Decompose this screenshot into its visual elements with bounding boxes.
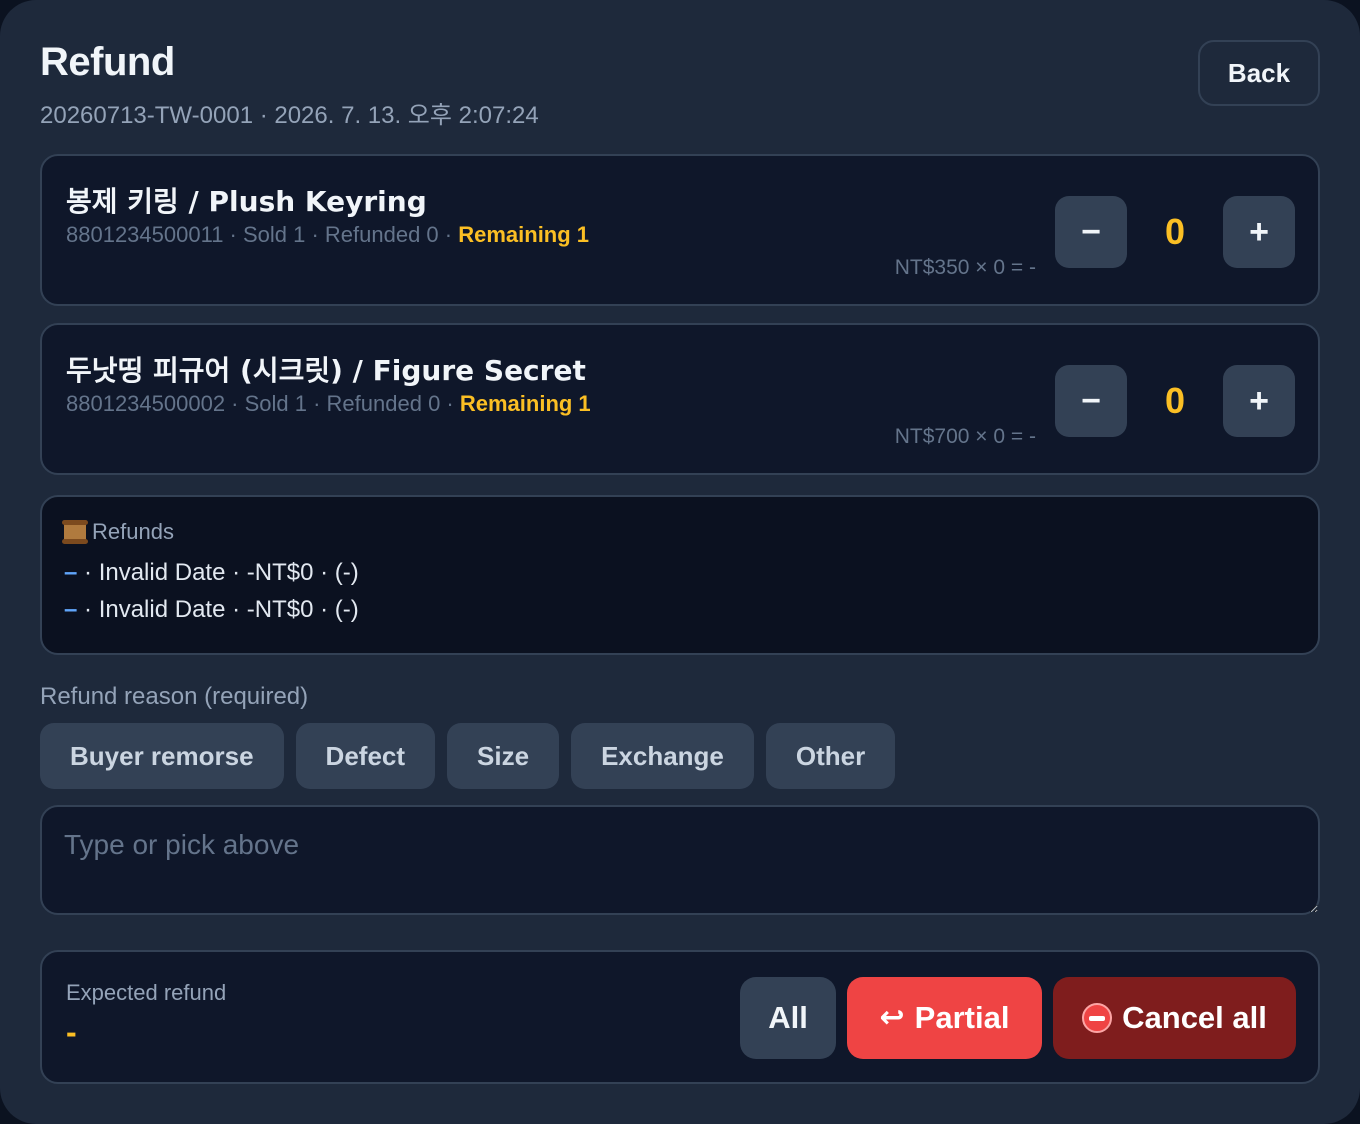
increase-qty-button[interactable]: + (1223, 196, 1295, 268)
refund-reason-input[interactable] (40, 805, 1320, 915)
history-row-text: · Invalid Date · -NT$0 · (-) (77, 596, 359, 623)
increase-qty-button[interactable]: + (1223, 365, 1295, 437)
no-entry-icon (1082, 1003, 1113, 1033)
expected-refund-value: - (66, 1014, 77, 1050)
refund-history-title: Refunds (92, 519, 174, 544)
refund-history-row: – · Invalid Date · -NT$0 · (-) (64, 559, 359, 587)
page-title: Refund (40, 40, 175, 84)
remaining-badge: Remaining 1 (458, 222, 590, 247)
scroll-icon (62, 520, 88, 544)
expected-refund-label: Expected refund (66, 980, 227, 1005)
partial-refund-label: Partial (914, 1000, 1010, 1035)
reason-chip-defect[interactable]: Defect (295, 723, 436, 789)
history-row-text: · Invalid Date · -NT$0 · (-) (77, 559, 359, 586)
refund-footer: Expected refund - All ↩ Partial Cancel a… (40, 950, 1320, 1084)
remaining-badge: Remaining 1 (459, 391, 591, 416)
reason-chip-size[interactable]: Size (447, 723, 560, 789)
reason-chip-exchange[interactable]: Exchange (571, 723, 754, 789)
history-dash: – (64, 559, 78, 586)
decrease-qty-button[interactable]: − (1055, 365, 1127, 437)
item-meta-text: 8801234500002 · Sold 1 · Refunded 0 · (66, 391, 460, 416)
reason-chip-other[interactable]: Other (765, 723, 896, 789)
partial-refund-button[interactable]: ↩ Partial (847, 977, 1042, 1059)
refund-history-header: Refunds (62, 519, 174, 545)
refund-modal: Refund 20260713-TW-0001 · 2026. 7. 13. 오… (0, 0, 1360, 1124)
item-meta-text: 8801234500011 · Sold 1 · Refunded 0 · (66, 222, 459, 247)
refund-qty: 0 (1164, 380, 1186, 421)
refund-reason-label: Refund reason (required) (40, 683, 309, 710)
refund-item-card: 두낫띵 피규어 (시크릿) / Figure Secret 8801234500… (40, 323, 1320, 475)
item-meta: 8801234500002 · Sold 1 · Refunded 0 · Re… (66, 391, 591, 417)
reason-chip-buyer-remorse[interactable]: Buyer remorse (40, 723, 284, 789)
back-button[interactable]: Back (1198, 40, 1320, 106)
cancel-all-label: Cancel all (1122, 1000, 1267, 1035)
item-name: 봉제 키링 / Plush Keyring (66, 185, 427, 218)
select-all-button[interactable]: All (740, 977, 836, 1059)
refund-history-panel: Refunds – · Invalid Date · -NT$0 · (-) –… (40, 495, 1320, 655)
item-name: 두낫띵 피규어 (시크릿) / Figure Secret (66, 354, 586, 387)
decrease-qty-button[interactable]: − (1055, 196, 1127, 268)
refund-qty: 0 (1164, 211, 1186, 252)
order-subtitle: 20260713-TW-0001 · 2026. 7. 13. 오후 2:07:… (40, 102, 539, 129)
return-arrow-icon: ↩ (879, 1001, 905, 1034)
item-price-line: NT$700 × 0 = - (894, 425, 1036, 448)
refund-item-card: 봉제 키링 / Plush Keyring 8801234500011 · So… (40, 154, 1320, 306)
item-price-line: NT$350 × 0 = - (894, 256, 1036, 279)
refund-history-row: – · Invalid Date · -NT$0 · (-) (64, 596, 359, 624)
item-meta: 8801234500011 · Sold 1 · Refunded 0 · Re… (66, 222, 589, 248)
history-dash: – (64, 596, 78, 623)
cancel-all-button[interactable]: Cancel all (1053, 977, 1296, 1059)
reason-chip-group: Buyer remorse Defect Size Exchange Other (40, 723, 896, 789)
